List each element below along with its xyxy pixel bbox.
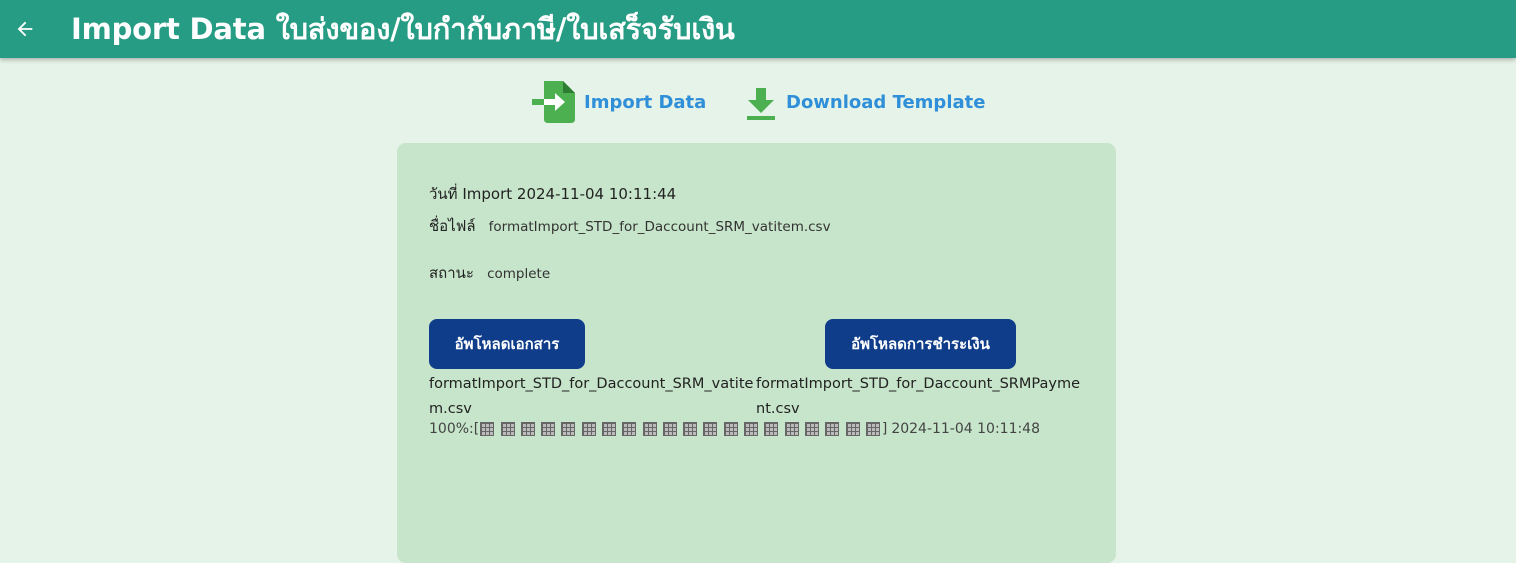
progress-time: 2024-11-04 10:11:48 <box>891 421 1041 437</box>
import-date-value: 2024-11-04 10:11:44 <box>516 185 677 203</box>
download-template-button[interactable]: Download Template <box>744 78 985 126</box>
progress-bar <box>480 422 881 436</box>
status-value: complete <box>487 266 551 282</box>
progress-block <box>683 422 698 436</box>
progress-block <box>500 422 515 436</box>
progress-percent: 100%:[ <box>429 421 480 437</box>
progress-block <box>541 422 556 436</box>
upload-document-button[interactable]: อัพโหลดเอกสาร <box>429 319 585 369</box>
page-title: Import Data ใบส่งของ/ใบกำกับภาษี/ใบเสร็จ… <box>71 12 735 46</box>
progress-block <box>480 422 495 436</box>
progress-block <box>601 422 616 436</box>
progress-block <box>642 422 657 436</box>
action-bar: Import Data Download Template <box>0 78 1516 128</box>
file-name-label: ชื่อไฟล์ <box>429 217 476 235</box>
import-result-card: วันที่ Import 2024-11-04 10:11:44 ชื่อไฟ… <box>397 143 1116 563</box>
progress-block <box>703 422 718 436</box>
app-bar: Import Data ใบส่งของ/ใบกำกับภาษี/ใบเสร็จ… <box>0 0 1516 58</box>
arrow-left-icon <box>17 21 33 37</box>
download-template-label: Download Template <box>786 91 986 113</box>
progress-block <box>723 422 738 436</box>
file-name-value: formatImport_STD_for_Daccount_SRM_vatite… <box>488 219 831 235</box>
status-row: สถานะ complete <box>429 261 550 285</box>
progress-block <box>825 422 840 436</box>
back-button[interactable] <box>2 0 48 58</box>
progress-block <box>581 422 596 436</box>
import-date-label: วันที่ Import <box>429 185 513 203</box>
file-name-row: ชื่อไฟล์ formatImport_STD_for_Daccount_S… <box>429 214 831 238</box>
progress-block <box>520 422 535 436</box>
upload-progress: 100%:[ ] 2024-11-04 10:11:48 <box>429 421 1040 437</box>
progress-block <box>622 422 637 436</box>
progress-block <box>804 422 819 436</box>
import-date-row: วันที่ Import 2024-11-04 10:11:44 <box>429 182 676 206</box>
document-filename: formatImport_STD_for_Daccount_SRM_vatite… <box>429 376 754 417</box>
upload-payment-button[interactable]: อัพโหลดการชำระเงิน <box>825 319 1016 369</box>
status-label: สถานะ <box>429 264 474 282</box>
file-import-icon <box>532 81 575 123</box>
import-data-button[interactable]: Import Data <box>532 78 706 126</box>
import-data-label: Import Data <box>584 91 707 113</box>
progress-block <box>662 422 677 436</box>
progress-block <box>865 422 880 436</box>
payment-filename: formatImport_STD_for_Daccount_SRMPayment… <box>756 376 1080 417</box>
progress-block <box>764 422 779 436</box>
progress-close-bracket: ] <box>881 421 888 437</box>
progress-block <box>744 422 759 436</box>
progress-block <box>845 422 860 436</box>
progress-block <box>784 422 799 436</box>
progress-block <box>561 422 576 436</box>
download-icon <box>747 88 775 120</box>
